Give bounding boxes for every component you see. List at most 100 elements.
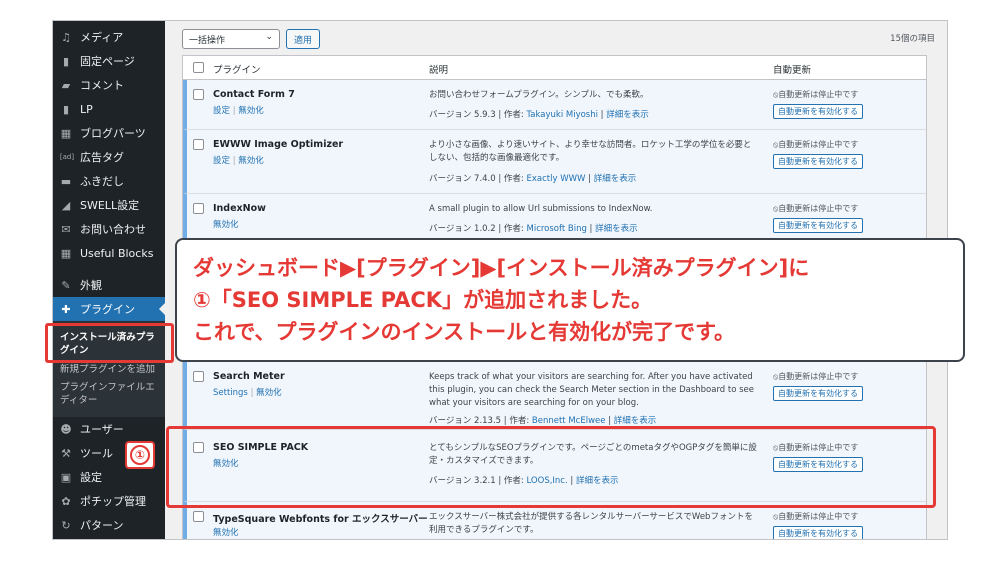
author-link[interactable]: Bennett McElwee [532, 416, 606, 426]
details-link[interactable]: 詳細を表示 [606, 110, 649, 120]
enable-auto-update-button[interactable]: 自動更新を有効化する [773, 386, 863, 401]
swell-icon: ◢ [61, 198, 71, 212]
sidebar-item-label: メディア [80, 31, 124, 44]
plugin-actions: 無効化 [213, 526, 239, 538]
sidebar-item-balloon[interactable]: ▬ ふきだし [53, 169, 165, 193]
apply-button[interactable]: 適用 [286, 29, 320, 49]
plugin-name: IndexNow [213, 203, 266, 214]
ad-icon: [ad] [59, 153, 75, 161]
author-link[interactable]: Exactly WWW [527, 174, 586, 184]
settings-link[interactable]: 設定 [213, 106, 230, 116]
sidebar-item-useful-blocks[interactable]: ▦ Useful Blocks [53, 241, 165, 265]
sidebar-item-pochipp[interactable]: ✿ ポチップ管理 [53, 489, 165, 513]
bulk-action-value: 一括操作 [189, 36, 226, 46]
row-checkbox[interactable] [193, 89, 204, 100]
table-header: プラグイン 説明 自動更新 [183, 56, 926, 80]
enable-auto-update-button[interactable]: 自動更新を有効化する [773, 154, 863, 169]
bulk-action-select[interactable]: 一括操作 ⌄ [182, 29, 280, 49]
enable-auto-update-button[interactable]: 自動更新を有効化する [773, 218, 863, 233]
appearance-icon: ✎ [61, 278, 71, 292]
step-number: ① [130, 445, 150, 465]
callout-line-2: ①「SEO SIMPLE PACK」が追加されました。 [193, 288, 653, 312]
row-checkbox[interactable] [193, 371, 204, 382]
plugin-description: エックスサーバー株式会社が提供する各レンタルサーバーサービスでWebフォントを利… [429, 512, 753, 535]
sidebar-item-users[interactable]: ☻ ユーザー [53, 417, 165, 441]
plugin-actions: 設定 | 無効化 [213, 106, 264, 116]
plugin-actions: Settings | 無効化 [213, 388, 282, 398]
enable-auto-update-button[interactable]: 自動更新を有効化する [773, 104, 863, 119]
enable-auto-update-button[interactable]: 自動更新を有効化する [773, 526, 863, 539]
media-icon: ♫ [61, 30, 71, 44]
version-text: バージョン 1.0.2 | 作者: [429, 224, 524, 234]
details-link[interactable]: 詳細を表示 [594, 174, 637, 184]
row-checkbox[interactable] [193, 511, 204, 522]
select-all-checkbox[interactable] [193, 62, 204, 73]
sidebar-item-label: お問い合わせ [80, 223, 146, 236]
highlight-seo-simple-pack-row [166, 426, 936, 508]
plugin-name: EWWW Image Optimizer [213, 139, 344, 150]
settings-link[interactable]: Settings [213, 388, 248, 398]
plugin-version: バージョン 1.0.2 | 作者: Microsoft Bing | 詳細を表示 [429, 224, 638, 234]
row-checkbox[interactable] [193, 203, 204, 214]
version-text: バージョン 2.13.5 | 作者: [429, 416, 530, 426]
sidebar-item-swell[interactable]: ◢ SWELL設定 [53, 193, 165, 217]
sidebar-item-label: ブログパーツ [80, 127, 146, 140]
deactivate-link[interactable]: 無効化 [213, 220, 239, 230]
sidebar-item-label: ツール [80, 447, 113, 460]
details-link[interactable]: 詳細を表示 [595, 224, 638, 234]
deactivate-link[interactable]: 無効化 [213, 528, 239, 538]
deactivate-link[interactable]: 無効化 [256, 388, 282, 398]
details-link[interactable]: 詳細を表示 [614, 416, 657, 426]
column-header-description: 説明 [429, 65, 449, 76]
sidebar-item-plugins[interactable]: ✚ プラグイン [53, 297, 165, 321]
column-header-auto-update: 自動更新 [773, 65, 812, 76]
sidebar-item-blogparts[interactable]: ▦ ブログパーツ [53, 121, 165, 145]
sidebar-item-label: 広告タグ [80, 151, 124, 164]
settings-link[interactable]: 設定 [213, 156, 230, 166]
plugin-actions: 設定 | 無効化 [213, 156, 264, 166]
sidebar-item-patterns[interactable]: ↻ パターン [53, 513, 165, 537]
sidebar-item-comments[interactable]: ▰ コメント [53, 73, 165, 97]
sidebar-item-label: 固定ページ [80, 55, 135, 68]
column-header-plugin[interactable]: プラグイン [213, 62, 261, 76]
sidebar-item-label: パターン [80, 519, 124, 532]
callout-line-1: ダッシュボード▶[プラグイン]▶[インストール済みプラグイン]に [193, 256, 810, 280]
plugin-name: Contact Form 7 [213, 89, 295, 100]
sidebar-item-label: ふきだし [80, 175, 124, 188]
auto-update-status: ⦸自動更新は停止中です [773, 90, 859, 99]
plugin-actions: 無効化 [213, 218, 239, 230]
sidebar-item-label: SWELL設定 [80, 199, 140, 212]
plugin-name: Search Meter [213, 371, 285, 382]
instruction-callout: ダッシュボード▶[プラグイン]▶[インストール済みプラグイン]に ①「SEO S… [175, 238, 965, 362]
submenu-add-plugin[interactable]: 新規プラグインを追加 [60, 363, 164, 376]
auto-update-status: ⦸自動更新は停止中です [773, 204, 859, 213]
sidebar-item-appearance[interactable]: ✎ 外観 [53, 273, 165, 297]
item-count: 15個の項目 [890, 34, 935, 44]
sidebar-item-contact[interactable]: ✉ お問い合わせ [53, 217, 165, 241]
sidebar-item-label: LP [80, 102, 93, 116]
sidebar-item-adtag[interactable]: [ad] 広告タグ [53, 145, 165, 169]
version-text: バージョン 7.4.0 | 作者: [429, 174, 524, 184]
auto-update-status: ⦸自動更新は停止中です [773, 512, 859, 521]
row-checkbox[interactable] [193, 139, 204, 150]
author-link[interactable]: Microsoft Bing [527, 224, 587, 234]
plugin-version: バージョン 7.4.0 | 作者: Exactly WWW | 詳細を表示 [429, 174, 637, 184]
submenu-plugin-editor[interactable]: プラグインファイルエディター [60, 381, 164, 407]
step-badge: ① [125, 441, 155, 469]
deactivate-link[interactable]: 無効化 [238, 156, 264, 166]
plugin-description: A small plugin to allow Url submissions … [429, 204, 653, 214]
sidebar-item-lp[interactable]: ▮ LP [53, 97, 165, 121]
sidebar-item-pages[interactable]: ▮ 固定ページ [53, 49, 165, 73]
mail-icon: ✉ [61, 222, 71, 236]
highlight-installed-plugins [45, 323, 174, 363]
deactivate-link[interactable]: 無効化 [238, 106, 264, 116]
author-link[interactable]: Takayuki Miyoshi [527, 110, 598, 120]
table-row: IndexNow 無効化 A small plugin to allow Url… [183, 194, 926, 244]
sidebar-item-label: プラグイン [80, 303, 135, 316]
version-text: バージョン 5.9.3 | 作者: [429, 110, 524, 120]
plugin-description: Keeps track of what your visitors are se… [429, 372, 755, 408]
settings-icon: ▣ [60, 470, 72, 484]
page-icon: ▮ [62, 102, 70, 116]
plugin-description: より小さな画像、より速いサイト、より幸せな訪問者。ロケット工学の学位を必要としな… [429, 140, 752, 163]
sidebar-item-media[interactable]: ♫ メディア [53, 25, 165, 49]
